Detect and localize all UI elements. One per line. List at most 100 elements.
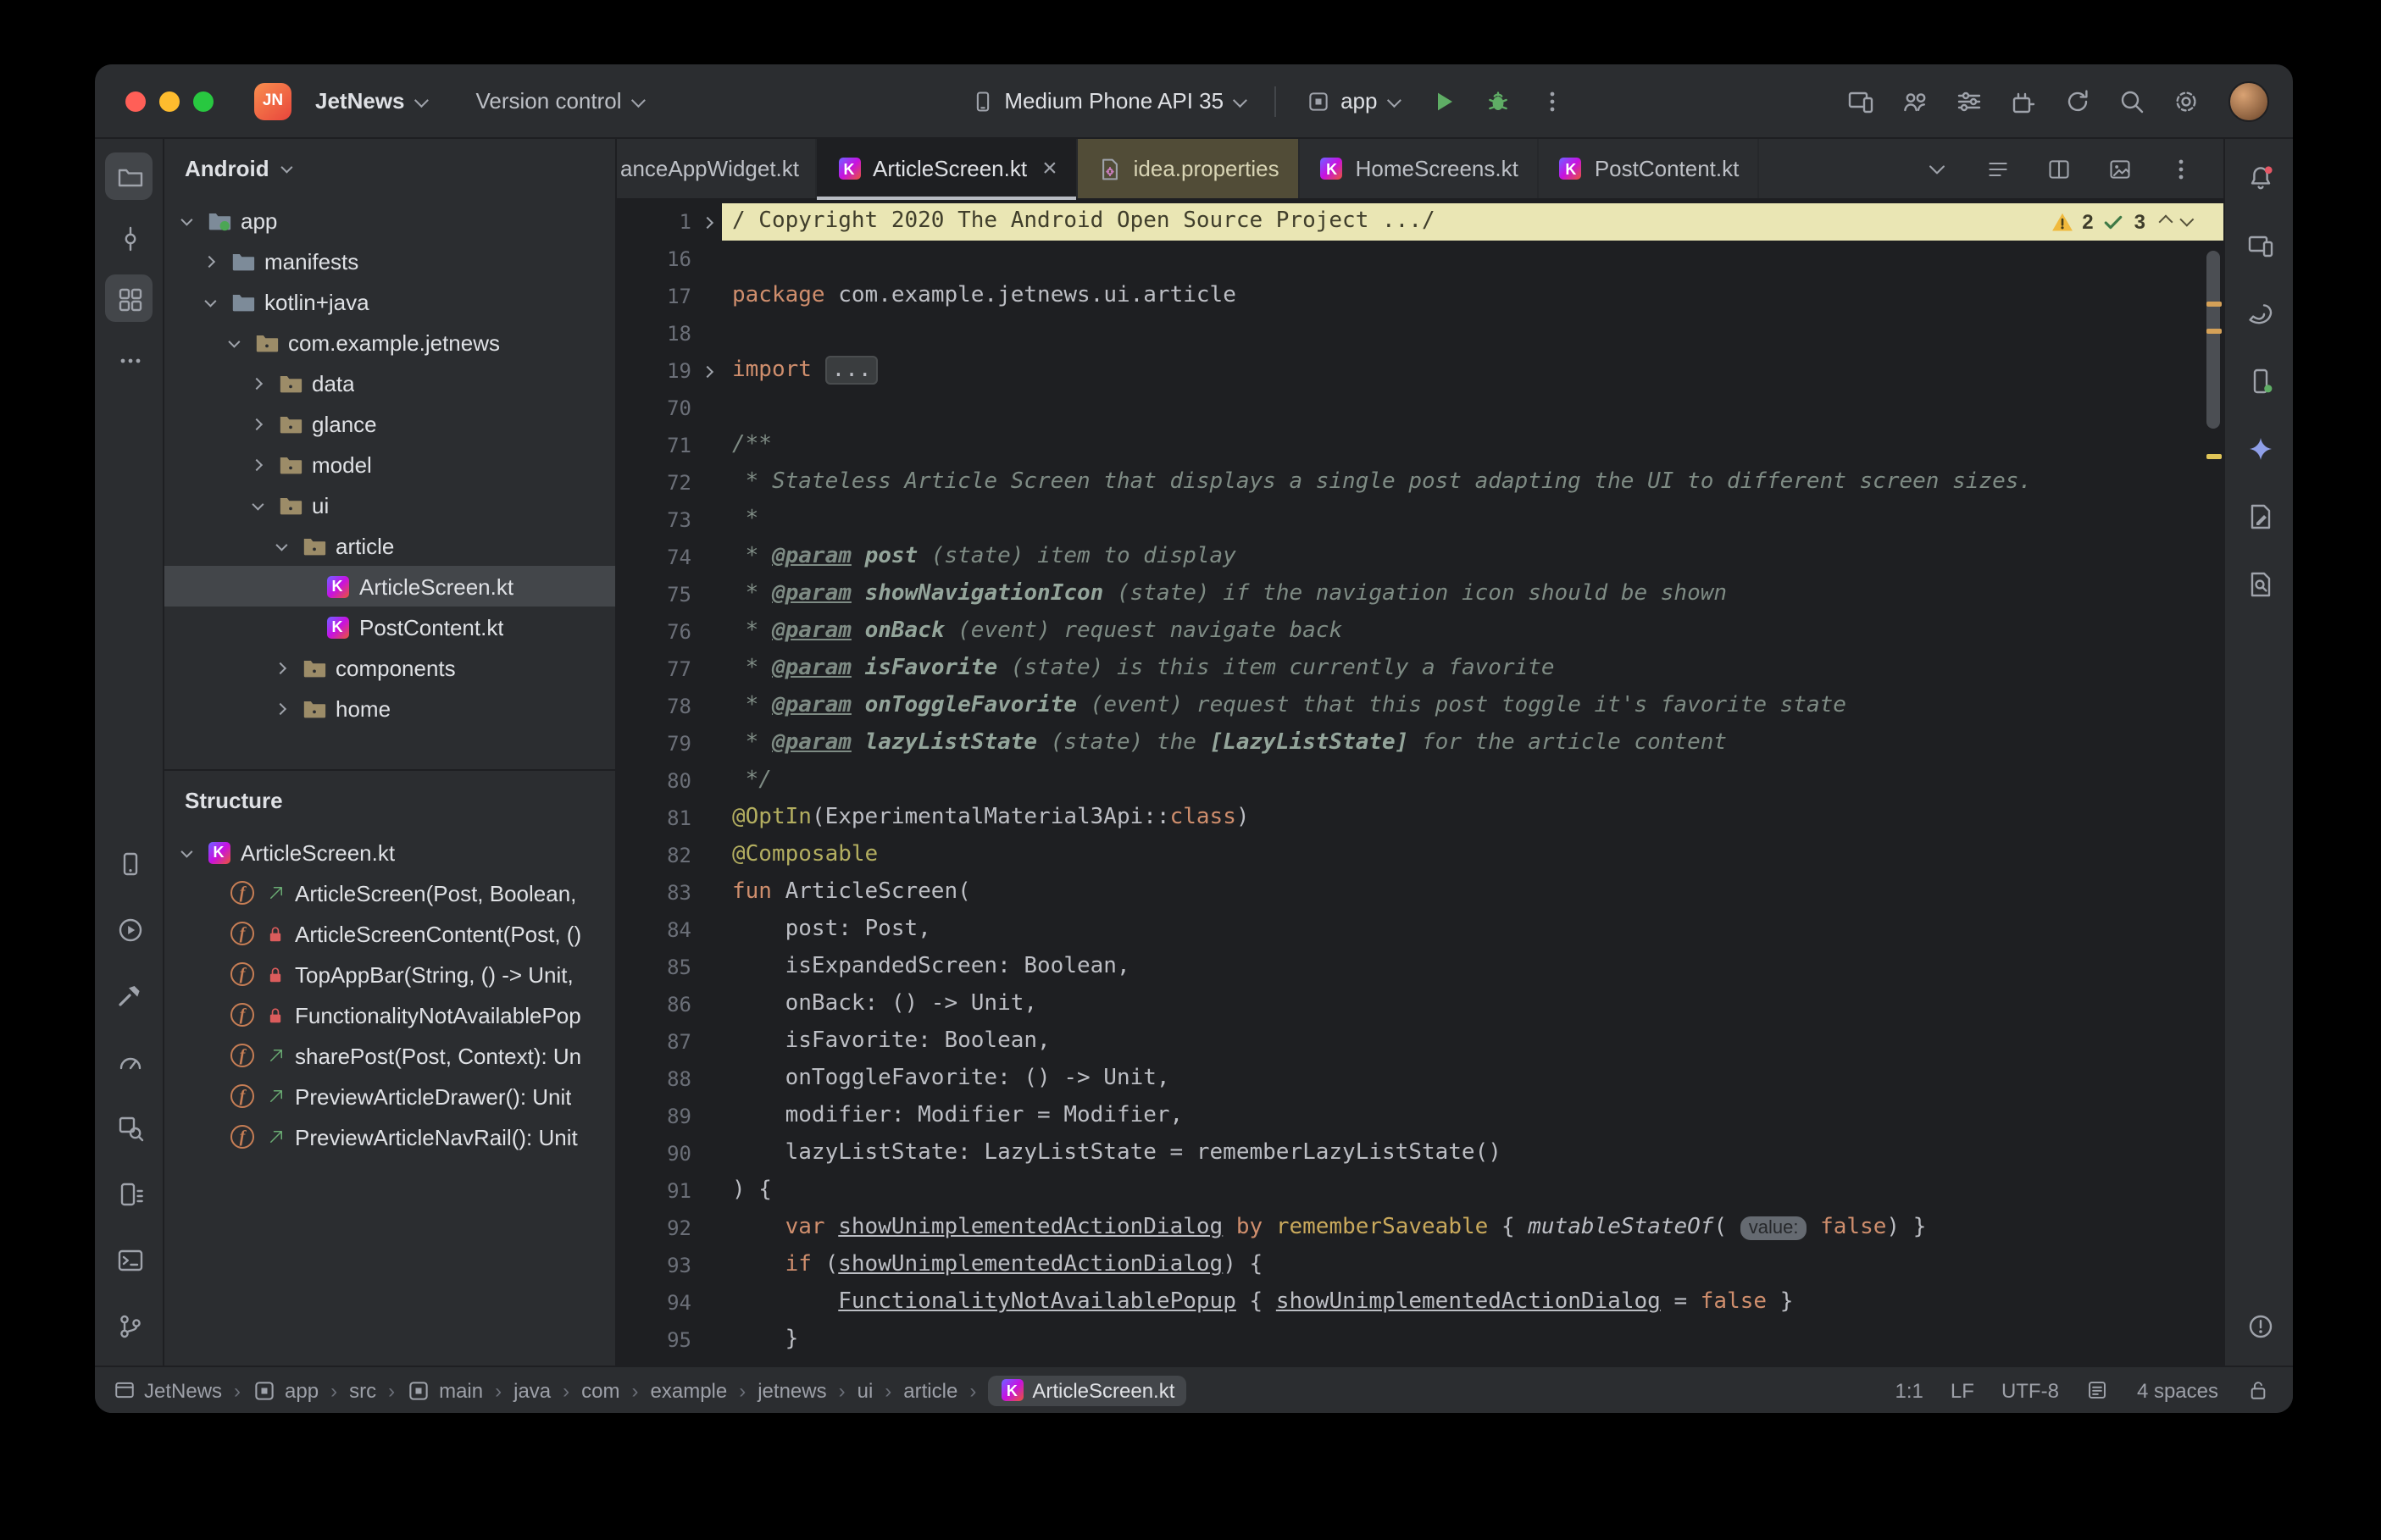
breadcrumb-main[interactable]: main <box>407 1378 483 1402</box>
split-view-icon[interactable] <box>2037 147 2081 191</box>
chevron-right-icon[interactable] <box>246 376 268 390</box>
hidden-tabs-icon[interactable] <box>1915 147 1959 191</box>
close-tab-icon[interactable]: × <box>1042 156 1057 181</box>
breadcrumb-articlescreen-kt[interactable]: K ArticleScreen.kt <box>988 1375 1187 1405</box>
code-line[interactable]: 95 } <box>617 1321 2223 1359</box>
chevron-down-icon[interactable] <box>175 845 197 857</box>
line-number[interactable]: 82 <box>617 837 691 874</box>
project-item-article[interactable]: article <box>164 525 615 566</box>
run-tool-button[interactable] <box>105 905 153 952</box>
scrollbar-mark[interactable] <box>2206 329 2222 334</box>
chevron-down-icon[interactable] <box>246 497 268 510</box>
line-number[interactable]: 74 <box>617 539 691 576</box>
sync-icon[interactable] <box>2056 79 2100 123</box>
run-button[interactable] <box>1421 79 1465 123</box>
project-item-ui[interactable]: ui <box>164 485 615 525</box>
code-line[interactable]: 82 @Composable <box>617 837 2223 874</box>
running-devices-button[interactable] <box>2235 356 2283 403</box>
code-line[interactable]: 85 isExpandedScreen: Boolean, <box>617 949 2223 986</box>
breadcrumb-src[interactable]: src <box>349 1378 376 1402</box>
device-explorer-button[interactable] <box>105 1169 153 1216</box>
chevron-down-icon[interactable] <box>269 538 291 551</box>
tab-anceappwidget-kt[interactable]: anceAppWidget.kt <box>617 139 817 198</box>
search-icon[interactable] <box>2110 79 2154 123</box>
code-style[interactable] <box>2086 1378 2110 1402</box>
editor[interactable]: 1 / Copyright 2020 The Android Open Sourc… <box>617 200 2223 1366</box>
project-item-home[interactable]: home <box>164 688 615 728</box>
structure-item-articlescreencontent-post[interactable]: f ArticleScreenContent(Post, () <box>164 913 615 954</box>
line-number[interactable]: 85 <box>617 949 691 986</box>
project-item-manifests[interactable]: manifests <box>164 241 615 281</box>
project-item-components[interactable]: components <box>164 647 615 688</box>
chevron-down-icon[interactable] <box>222 335 244 347</box>
line-number[interactable]: 19 <box>617 352 691 390</box>
line-number[interactable]: 78 <box>617 688 691 725</box>
code-view-icon[interactable] <box>1976 147 2020 191</box>
problems-button[interactable] <box>2235 1301 2283 1349</box>
code-line[interactable]: 86 onBack: () -> Unit, <box>617 986 2223 1023</box>
structure-item-functionalitynotavailablepop[interactable]: f FunctionalityNotAvailablePop <box>164 994 615 1035</box>
minimize-window-button[interactable] <box>159 91 180 111</box>
indent-size[interactable]: 4 spaces <box>2137 1378 2218 1402</box>
code-line[interactable]: 18 <box>617 315 2223 352</box>
line-number[interactable]: 88 <box>617 1061 691 1098</box>
close-window-button[interactable] <box>125 91 146 111</box>
line-number[interactable]: 72 <box>617 464 691 501</box>
line-number[interactable]: 1 <box>617 203 691 241</box>
scrollbar-thumb[interactable] <box>2206 251 2220 429</box>
debug-button[interactable] <box>1475 79 1519 123</box>
project-item-app[interactable]: app <box>164 200 615 241</box>
code-line[interactable]: 71 /** <box>617 427 2223 464</box>
fold-marker[interactable] <box>691 215 722 229</box>
structure-item-topappbar-string-unit[interactable]: f TopAppBar(String, () -> Unit, <box>164 954 615 994</box>
code-with-me-icon[interactable] <box>1893 79 1937 123</box>
more-tools-button[interactable] <box>105 335 153 383</box>
chevron-down-icon[interactable] <box>198 294 220 307</box>
line-number[interactable]: 75 <box>617 576 691 613</box>
line-number[interactable]: 94 <box>617 1284 691 1321</box>
profiler-button[interactable] <box>105 1037 153 1084</box>
line-number[interactable]: 83 <box>617 874 691 911</box>
code-line[interactable]: 1 / Copyright 2020 The Android Open Sourc… <box>617 203 2223 241</box>
line-number[interactable]: 93 <box>617 1247 691 1284</box>
maximize-window-button[interactable] <box>193 91 214 111</box>
code-line[interactable]: 87 isFavorite: Boolean, <box>617 1023 2223 1061</box>
resource-manager-button[interactable] <box>2235 491 2283 539</box>
line-number[interactable]: 16 <box>617 241 691 278</box>
scrollbar-mark[interactable] <box>2206 454 2222 459</box>
project-item-model[interactable]: model <box>164 444 615 485</box>
code-line[interactable]: 91) { <box>617 1172 2223 1210</box>
project-item-com-example-jetnews[interactable]: com.example.jetnews <box>164 322 615 363</box>
code-line[interactable]: 77 * @param isFavorite (state) is this i… <box>617 651 2223 688</box>
app-inspection-button[interactable] <box>105 1103 153 1150</box>
scrollbar-mark[interactable] <box>2206 302 2222 307</box>
chevron-right-icon[interactable] <box>269 701 291 715</box>
line-number[interactable]: 87 <box>617 1023 691 1061</box>
line-number[interactable]: 86 <box>617 986 691 1023</box>
code-line[interactable]: 72 * Stateless Article Screen that displ… <box>617 464 2223 501</box>
structure-item-articlescreen-post-boolean[interactable]: f ArticleScreen(Post, Boolean, <box>164 872 615 913</box>
user-avatar[interactable] <box>2228 80 2269 121</box>
more-options-icon[interactable] <box>2159 147 2203 191</box>
commit-button[interactable] <box>105 213 153 261</box>
breadcrumb-app[interactable]: app <box>253 1378 319 1402</box>
project-item-data[interactable]: data <box>164 363 615 403</box>
tab-homescreens-kt[interactable]: K HomeScreens.kt <box>1300 139 1539 198</box>
project-folder-button[interactable] <box>105 152 153 200</box>
code-line[interactable]: 19 import ... <box>617 352 2223 390</box>
find-usages-button[interactable] <box>2235 559 2283 607</box>
project-item-postcontent-kt[interactable]: K PostContent.kt <box>164 607 615 647</box>
line-number[interactable]: 92 <box>617 1210 691 1247</box>
code-line[interactable]: 81 @OptIn(ExperimentalMaterial3Api::class… <box>617 800 2223 837</box>
fold-marker[interactable] <box>691 364 722 378</box>
tab-postcontent-kt[interactable]: K PostContent.kt <box>1539 139 1760 198</box>
previous-problem-icon[interactable] <box>2158 214 2173 230</box>
structure-item-previewarticlenavrail-unit[interactable]: f PreviewArticleNavRail(): Unit <box>164 1116 615 1157</box>
code-line[interactable]: 80 */ <box>617 762 2223 800</box>
more-actions-icon[interactable] <box>1529 79 1573 123</box>
build-tool-button[interactable] <box>105 971 153 1018</box>
tab-articlescreen-kt[interactable]: K ArticleScreen.kt × <box>817 139 1078 200</box>
breadcrumb-com[interactable]: com <box>581 1378 619 1402</box>
line-number[interactable]: 81 <box>617 800 691 837</box>
code-line[interactable]: 75 * @param showNavigationIcon (state) i… <box>617 576 2223 613</box>
